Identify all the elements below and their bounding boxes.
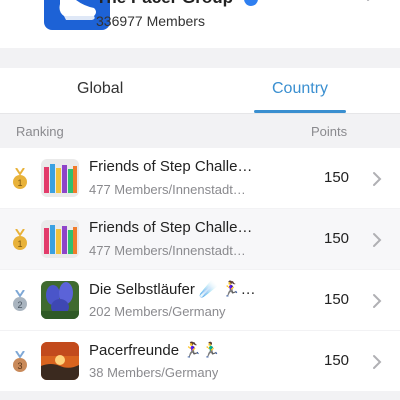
gold-medal-icon: 1	[13, 168, 27, 189]
group-header[interactable]: The Pacer Group 336977 Members	[0, 0, 400, 48]
rank-number: 1	[17, 178, 22, 188]
shoe-icon	[59, 0, 96, 20]
group-points: 150	[324, 230, 350, 247]
group-subtitle: 477 Members/Innenstadt…	[89, 182, 246, 197]
group-ranking-page: The Pacer Group 336977 Members Global Co…	[0, 0, 400, 400]
ranking-column-header: Ranking	[16, 124, 64, 139]
chevron-right-icon[interactable]	[372, 171, 382, 187]
rank-number: 1	[17, 239, 22, 249]
points-column-header: Points	[311, 124, 348, 139]
chevron-right-icon[interactable]	[372, 293, 382, 309]
group-title: Pacerfreunde 🏃‍♀️🏃‍♂️	[89, 342, 221, 359]
group-name: The Pacer Group	[96, 0, 233, 8]
bronze-medal-icon: 3	[13, 351, 27, 372]
verified-icon	[244, 0, 258, 6]
group-points: 150	[324, 291, 350, 308]
group-points: 150	[324, 169, 350, 186]
ranking-row[interactable]: 1 Friends of Step Challe… 477 Members/In…	[0, 209, 400, 269]
gold-medal-icon: 1	[13, 229, 27, 250]
group-member-count: 336977 Members	[96, 13, 205, 29]
tab-country[interactable]: Country	[272, 80, 328, 98]
tab-global[interactable]: Global	[77, 80, 123, 98]
silver-medal-icon: 2	[13, 290, 27, 311]
group-points: 150	[324, 352, 350, 369]
group-title: Friends of Step Challe…	[89, 158, 253, 175]
rank-number: 3	[17, 361, 22, 371]
group-avatar	[41, 281, 79, 319]
group-title: Die Selbstläufer ☄️ 🏃‍♀️…	[89, 281, 256, 298]
group-avatar	[41, 342, 79, 380]
group-avatar	[41, 220, 79, 258]
ranking-row[interactable]: 2 Die Selbstläufer ☄️ 🏃‍♀️… 202 Members/…	[0, 270, 400, 330]
ranking-row[interactable]: 3 Pacerfreunde 🏃‍♀️🏃‍♂️ 38 Members/Germa…	[0, 331, 400, 391]
group-subtitle: 477 Members/Innenstadt…	[89, 243, 246, 258]
group-avatar	[41, 159, 79, 197]
chevron-right-icon[interactable]	[372, 232, 382, 248]
group-title: Friends of Step Challe…	[89, 219, 253, 236]
list-bottom-spacer	[0, 392, 400, 400]
group-subtitle: 38 Members/Germany	[89, 365, 219, 380]
active-tab-indicator	[254, 110, 346, 113]
column-headers: Ranking Points	[0, 115, 400, 147]
scope-tabs: Global Country	[0, 68, 400, 114]
group-subtitle: 202 Members/Germany	[89, 304, 226, 319]
ranking-row[interactable]: 1 Friends of Step Challe… 477 Members/In…	[0, 148, 400, 208]
chevron-right-icon[interactable]	[366, 0, 376, 2]
rank-number: 2	[17, 300, 22, 310]
chevron-right-icon[interactable]	[372, 354, 382, 370]
